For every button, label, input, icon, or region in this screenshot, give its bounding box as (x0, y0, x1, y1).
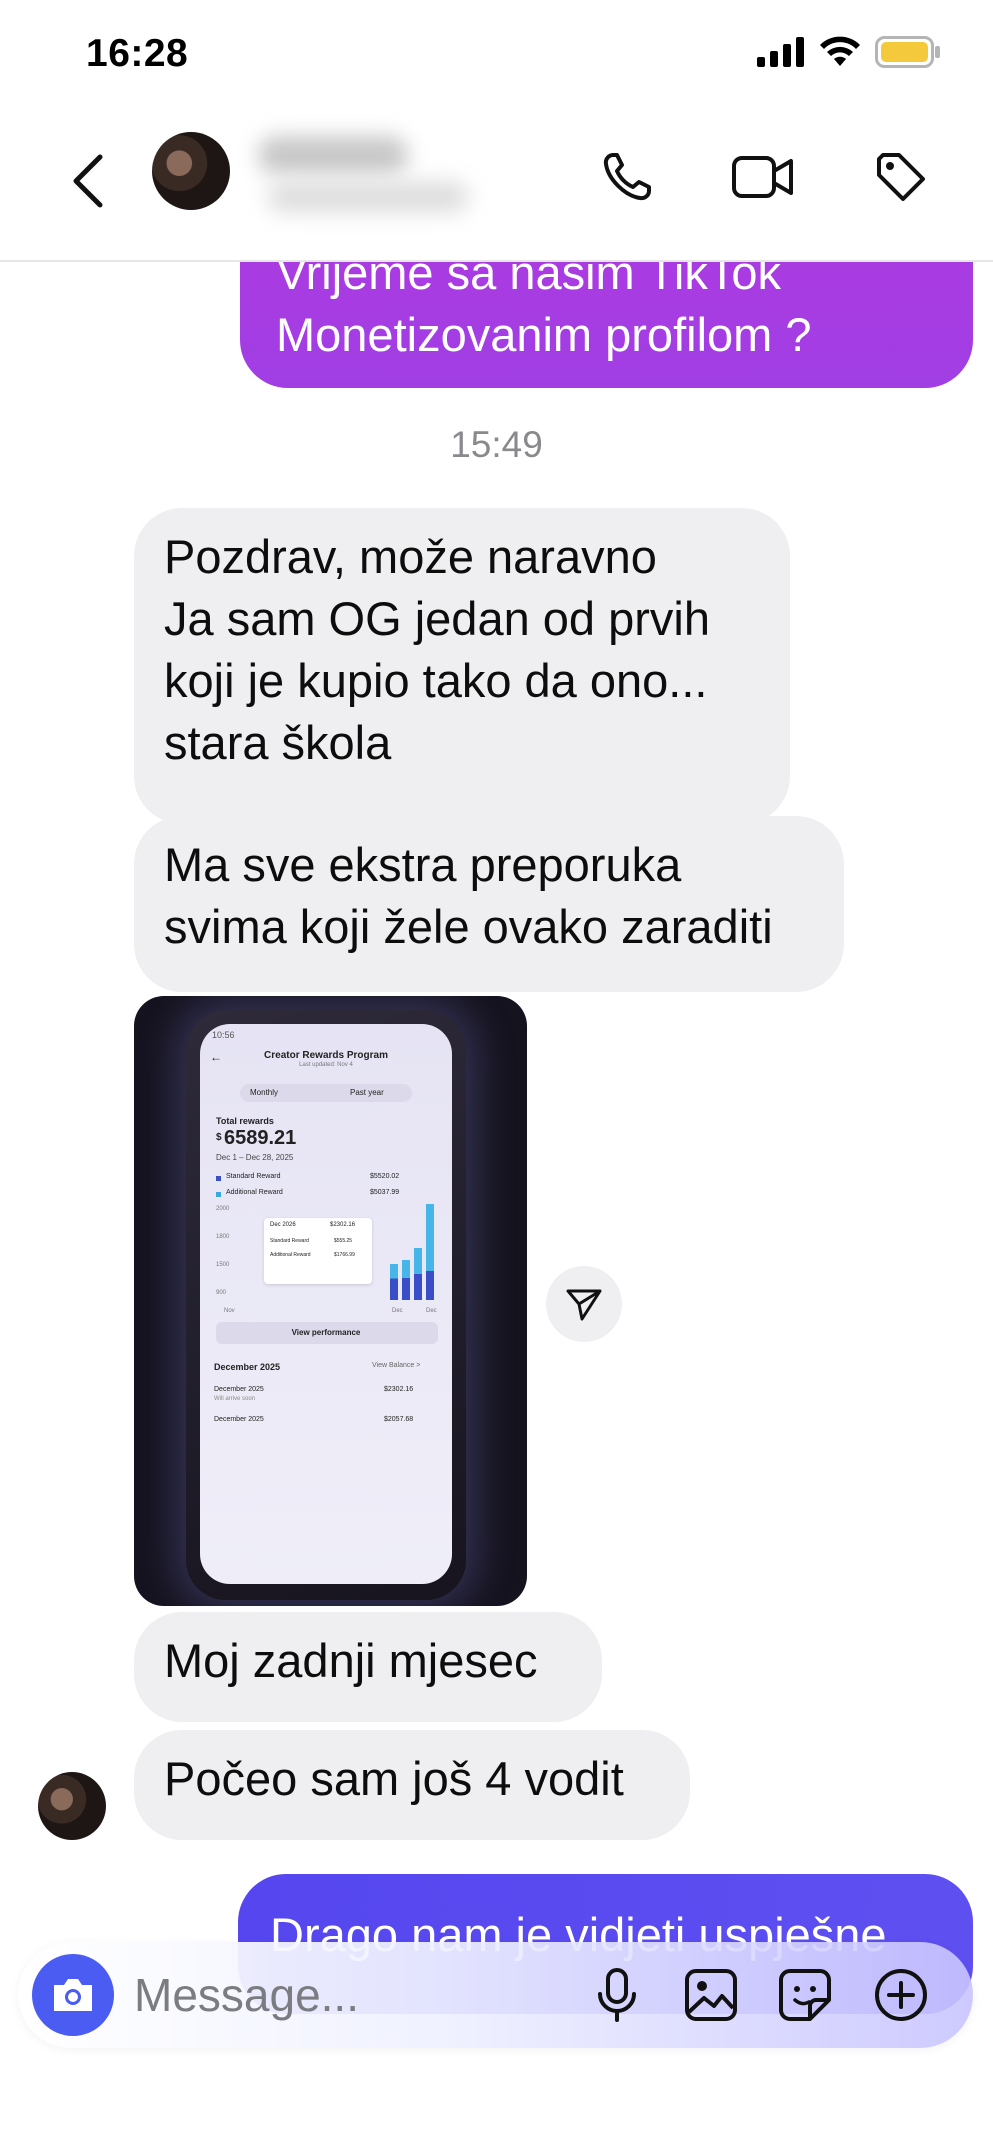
voice-message-button[interactable] (586, 1964, 648, 2026)
image-attachment[interactable]: 10:56 ← Creator Rewards Program Last upd… (134, 996, 527, 1606)
y-tick: 900 (216, 1290, 227, 1296)
phone-photo: 10:56 ← Creator Rewards Program Last upd… (186, 1010, 466, 1600)
additional-reward-value: $5037.99 (370, 1189, 400, 1196)
legend-swatch (216, 1176, 221, 1181)
image-icon (685, 1969, 737, 2021)
camera-icon (54, 1979, 92, 2011)
incoming-message[interactable]: Moj zadnji mjesec (134, 1612, 602, 1722)
legend-swatch (216, 1192, 221, 1197)
message-line: Moj zadnji mjesec (164, 1634, 538, 1687)
message-line: stara škola (164, 716, 392, 769)
message-line: svima koji žele ovako zaraditi (164, 900, 773, 953)
total-rewards-value: 6589.21 (224, 1127, 297, 1149)
message-line: Ma sve ekstra preporuka (164, 838, 682, 891)
sticker-icon (779, 1969, 831, 2021)
incoming-message[interactable]: Pozdrav, može naravno Ja sam OG jedan od… (134, 508, 790, 824)
view-balance-link: View Balance > (372, 1362, 421, 1369)
payout-row-label: December 2025 (214, 1386, 264, 1393)
sender-avatar[interactable] (38, 1772, 106, 1840)
status-icons (757, 36, 941, 68)
chat-header (0, 110, 993, 262)
tooltip-additional-label: Additional Reward (270, 1252, 311, 1258)
message-line: Monetizovanim profilom ? (276, 308, 812, 361)
date-range: Dec 1 – Dec 28, 2025 (216, 1153, 294, 1162)
chart-bar (402, 1260, 410, 1300)
sticker-button[interactable] (774, 1964, 836, 2026)
contact-subtitle-blurred (268, 182, 468, 212)
message-composer (18, 1942, 973, 2048)
payout-row-sub: Will arrive soon (214, 1396, 256, 1402)
battery-icon (875, 36, 940, 68)
payout-row-label: December 2025 (214, 1416, 264, 1423)
message-line: Vrijeme sa našim TikTok (276, 262, 781, 299)
tooltip-standard: $555.25 (334, 1238, 353, 1244)
contact-name-blurred[interactable] (258, 136, 408, 174)
x-label: Dec (392, 1308, 403, 1314)
screen-title: Creator Rewards Program (264, 1050, 388, 1061)
tooltip-month: Dec 2026 (270, 1222, 296, 1228)
tab-monthly: Monthly (250, 1088, 279, 1097)
video-call-button[interactable] (728, 142, 798, 212)
send-icon (566, 1289, 602, 1321)
message-list[interactable]: Vrijeme sa našim TikTok Monetizovanim pr… (0, 262, 993, 2149)
y-tick: 2000 (216, 1206, 230, 1212)
phone-screen: 10:56 ← Creator Rewards Program Last upd… (200, 1024, 452, 1584)
screen-subtitle: Last updated: Nov 4 (299, 1062, 353, 1068)
microphone-icon (598, 1968, 636, 2022)
standard-reward-label: Standard Reward (226, 1173, 281, 1180)
status-bar: 16:28 (0, 0, 993, 110)
x-label: Dec (426, 1308, 437, 1314)
message-line: Pozdrav, može naravno (164, 530, 657, 583)
view-performance-label: View performance (291, 1328, 361, 1337)
tooltip-standard-label: Standard Reward (270, 1238, 309, 1244)
status-time: 16:28 (86, 32, 189, 75)
wifi-icon (820, 36, 860, 66)
tag-button[interactable] (866, 142, 936, 212)
y-tick: 1800 (216, 1234, 230, 1240)
cellular-signal-icon (757, 37, 804, 67)
timestamp: 15:49 (450, 424, 543, 465)
chart-bar (414, 1248, 422, 1300)
plus-circle-icon (875, 1969, 927, 2021)
additional-reward-label: Additional Reward (226, 1189, 283, 1196)
tag-icon (877, 153, 925, 201)
phone-clock: 10:56 (212, 1030, 235, 1040)
y-tick: 1500 (216, 1262, 230, 1268)
message-line: Ja sam OG jedan od prvih (164, 592, 710, 645)
camera-button[interactable] (32, 1954, 114, 2036)
video-camera-icon (732, 156, 793, 198)
chart-bar (390, 1264, 398, 1300)
outgoing-message[interactable]: Vrijeme sa našim TikTok Monetizovanim pr… (240, 262, 973, 388)
chart-bar (426, 1204, 434, 1300)
share-button[interactable] (546, 1266, 622, 1342)
payout-row-value: $2302.16 (384, 1386, 414, 1393)
total-rewards-label: Total rewards (216, 1116, 274, 1126)
incoming-message[interactable]: Ma sve ekstra preporuka svima koji žele … (134, 816, 844, 992)
incoming-message[interactable]: Počeo sam još 4 vodit (134, 1730, 690, 1840)
x-label: Nov (224, 1308, 235, 1314)
tab-past-year: Past year (350, 1088, 384, 1097)
message-input[interactable] (134, 1962, 554, 2028)
standard-reward-value: $5520.02 (370, 1173, 400, 1180)
currency-symbol: $ (216, 1132, 222, 1143)
back-button[interactable] (62, 146, 112, 216)
voice-call-button[interactable] (592, 142, 662, 212)
contact-avatar[interactable] (152, 132, 230, 210)
gallery-button[interactable] (680, 1964, 742, 2026)
chevron-left-icon (73, 154, 103, 208)
message-line: Počeo sam još 4 vodit (164, 1752, 624, 1805)
phone-icon (603, 153, 651, 201)
tooltip-total: $2302.16 (330, 1222, 356, 1228)
message-line: koji je kupio tako da ono... (164, 654, 708, 707)
more-options-button[interactable] (870, 1964, 932, 2026)
tooltip-additional: $1766.99 (334, 1252, 355, 1258)
month-section: December 2025 (214, 1362, 281, 1372)
payout-row-value: $2057.68 (384, 1416, 414, 1423)
